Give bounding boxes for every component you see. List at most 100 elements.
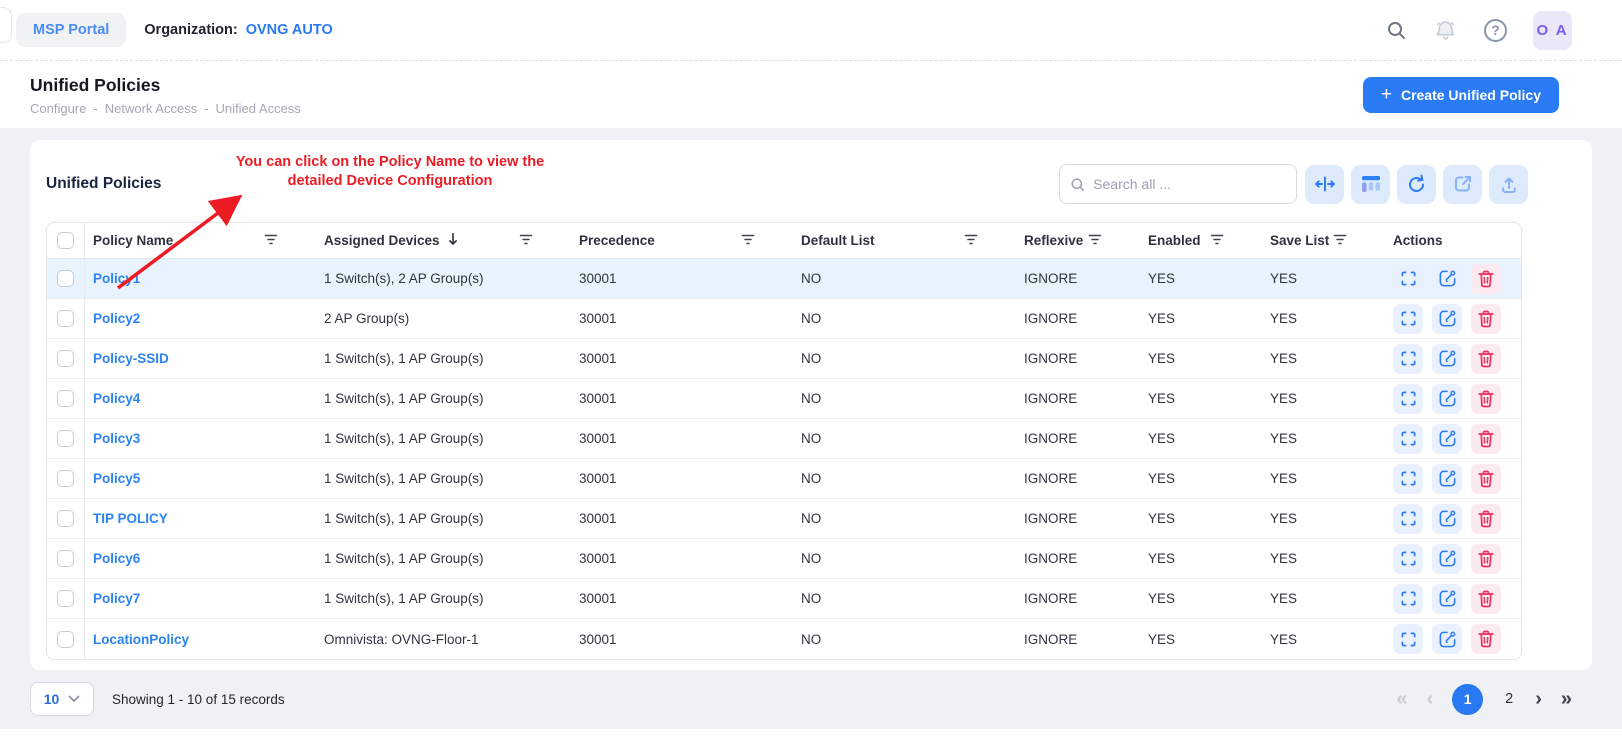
policy-name-link[interactable]: LocationPolicy — [93, 632, 189, 647]
filter-icon[interactable] — [964, 233, 978, 249]
last-page-button[interactable]: » — [1561, 689, 1572, 709]
edit-icon[interactable] — [1432, 304, 1462, 334]
edit-icon[interactable] — [1432, 584, 1462, 614]
delete-icon[interactable] — [1471, 464, 1501, 494]
column-header-save-list[interactable]: Save List — [1262, 223, 1385, 258]
row-checkbox[interactable] — [57, 310, 74, 327]
edit-icon[interactable] — [1432, 504, 1462, 534]
expand-icon[interactable] — [1393, 344, 1423, 374]
row-checkbox[interactable] — [57, 510, 74, 527]
delete-icon[interactable] — [1471, 624, 1501, 654]
expand-icon[interactable] — [1393, 504, 1423, 534]
delete-icon[interactable] — [1471, 424, 1501, 454]
delete-icon[interactable] — [1471, 504, 1501, 534]
cell-assigned-devices: 1 Switch(s), 1 AP Group(s) — [316, 339, 571, 378]
expand-icon[interactable] — [1393, 464, 1423, 494]
previous-page-button[interactable]: ‹ — [1427, 689, 1434, 709]
delete-icon[interactable] — [1471, 384, 1501, 414]
sidebar-toggle-tab[interactable] — [0, 7, 12, 43]
edit-icon[interactable] — [1432, 464, 1462, 494]
column-header-policy-name[interactable]: Policy Name — [85, 223, 316, 258]
edit-icon[interactable] — [1432, 344, 1462, 374]
delete-icon[interactable] — [1471, 264, 1501, 294]
cell-enabled: YES — [1140, 259, 1262, 298]
policy-name-link[interactable]: Policy3 — [93, 431, 140, 446]
delete-icon[interactable] — [1471, 304, 1501, 334]
search-icon[interactable] — [1386, 20, 1407, 41]
column-header-default-list[interactable]: Default List — [793, 223, 1016, 258]
organization-value-link[interactable]: OVNG AUTO — [246, 22, 333, 38]
filter-icon[interactable] — [264, 233, 278, 249]
breadcrumb-item-unified-access[interactable]: Unified Access — [216, 101, 301, 116]
edit-icon[interactable] — [1432, 624, 1462, 654]
edit-icon[interactable] — [1432, 264, 1462, 294]
page-button-2[interactable]: 2 — [1502, 691, 1516, 707]
row-checkbox[interactable] — [57, 631, 74, 648]
search-input[interactable] — [1093, 176, 1286, 192]
msp-portal-button[interactable]: MSP Portal — [16, 13, 126, 47]
policy-name-link[interactable]: Policy2 — [93, 311, 140, 326]
row-checkbox[interactable] — [57, 590, 74, 607]
row-checkbox[interactable] — [57, 430, 74, 447]
cell-precedence: 30001 — [571, 619, 793, 659]
expand-icon[interactable] — [1393, 584, 1423, 614]
columns-icon[interactable] — [1351, 165, 1390, 204]
expand-icon[interactable] — [1393, 624, 1423, 654]
row-checkbox-cell — [47, 539, 85, 578]
policy-name-link[interactable]: TIP POLICY — [93, 511, 168, 526]
page-button-1[interactable]: 1 — [1452, 684, 1483, 715]
edit-icon[interactable] — [1432, 384, 1462, 414]
filter-icon[interactable] — [1088, 233, 1102, 249]
filter-icon[interactable] — [1210, 233, 1224, 249]
export-icon[interactable] — [1443, 165, 1482, 204]
cell-actions — [1385, 419, 1521, 458]
expand-icon[interactable] — [1393, 544, 1423, 574]
column-header-assigned-devices[interactable]: Assigned Devices — [316, 223, 571, 258]
breadcrumb: Configure - Network Access - Unified Acc… — [30, 101, 301, 116]
upload-icon[interactable] — [1489, 165, 1528, 204]
help-icon[interactable]: ? — [1484, 19, 1507, 42]
edit-icon[interactable] — [1432, 424, 1462, 454]
filter-icon[interactable] — [741, 233, 755, 249]
expand-icon[interactable] — [1393, 264, 1423, 294]
filter-icon[interactable] — [519, 233, 533, 249]
avatar[interactable]: O A — [1533, 11, 1572, 50]
table-row: Policy1 1 Switch(s), 2 AP Group(s) 30001… — [47, 259, 1521, 299]
select-all-checkbox[interactable] — [57, 232, 74, 249]
expand-icon[interactable] — [1393, 304, 1423, 334]
delete-icon[interactable] — [1471, 344, 1501, 374]
expand-icon[interactable] — [1393, 424, 1423, 454]
breadcrumb-item-network-access[interactable]: Network Access — [105, 101, 197, 116]
policy-name-link[interactable]: Policy4 — [93, 391, 140, 406]
cell-assigned-devices: 1 Switch(s), 2 AP Group(s) — [316, 259, 571, 298]
edit-icon[interactable] — [1432, 544, 1462, 574]
filter-icon[interactable] — [1333, 233, 1347, 249]
delete-icon[interactable] — [1471, 584, 1501, 614]
row-checkbox[interactable] — [57, 350, 74, 367]
expand-icon[interactable] — [1393, 384, 1423, 414]
row-checkbox[interactable] — [57, 470, 74, 487]
policy-name-link[interactable]: Policy6 — [93, 551, 140, 566]
policy-name-link[interactable]: Policy1 — [93, 271, 140, 286]
row-checkbox[interactable] — [57, 270, 74, 287]
sort-desc-icon[interactable] — [447, 232, 459, 249]
create-unified-policy-button[interactable]: + Create Unified Policy — [1363, 77, 1559, 113]
breadcrumb-item-configure[interactable]: Configure — [30, 101, 86, 116]
row-checkbox[interactable] — [57, 550, 74, 567]
column-header-precedence[interactable]: Precedence — [571, 223, 793, 258]
refresh-icon[interactable] — [1397, 165, 1436, 204]
policy-name-link[interactable]: Policy7 — [93, 591, 140, 606]
unified-policies-card: You can click on the Policy Name to view… — [30, 140, 1592, 670]
first-page-button[interactable]: « — [1396, 689, 1407, 709]
policy-name-link[interactable]: Policy5 — [93, 471, 140, 486]
column-resize-icon[interactable] — [1305, 165, 1344, 204]
page-size-select[interactable]: 10 — [30, 682, 94, 716]
column-header-reflexive[interactable]: Reflexive — [1016, 223, 1140, 258]
row-checkbox[interactable] — [57, 390, 74, 407]
policy-name-link[interactable]: Policy-SSID — [93, 351, 169, 366]
notifications-bell-icon[interactable] — [1433, 18, 1458, 43]
next-page-button[interactable]: › — [1535, 689, 1542, 709]
cell-enabled: YES — [1140, 339, 1262, 378]
delete-icon[interactable] — [1471, 544, 1501, 574]
column-header-enabled[interactable]: Enabled — [1140, 223, 1262, 258]
